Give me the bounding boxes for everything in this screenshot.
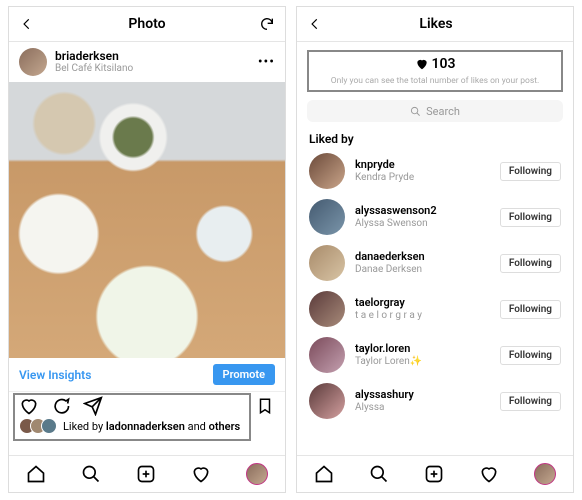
liker-row[interactable]: taelorgrayt a e l o r g r a y Following (297, 286, 573, 332)
like-count-box: 103 Only you can see the total number of… (307, 50, 563, 92)
liker-displayname: Kendra Pryde (355, 172, 414, 184)
author-avatar[interactable] (19, 48, 47, 76)
new-post-tab[interactable] (136, 464, 156, 484)
header-title: Likes (419, 16, 452, 32)
liker-row[interactable]: alyssashuryAlyssa Following (297, 378, 573, 424)
liker-names: alyssashuryAlyssa (355, 388, 414, 413)
home-tab[interactable] (26, 464, 46, 484)
search-input[interactable]: Search (307, 100, 563, 122)
liker-avatar[interactable] (309, 291, 345, 327)
liker-row[interactable]: danaederksenDanae Derksen Following (297, 240, 573, 286)
liker-row[interactable]: taylor.lorenTaylor Loren✨ Following (297, 332, 573, 378)
liked-by-label: Liked by (297, 126, 573, 148)
liker-username: alyssaswenson2 (355, 204, 437, 217)
profile-tab[interactable] (534, 463, 556, 485)
search-icon (410, 106, 421, 117)
liker-avatar[interactable] (309, 153, 345, 189)
like-count: 103 (311, 56, 559, 72)
likers-list: knprydeKendra PrydeFollowingalyssaswenso… (297, 148, 573, 424)
view-insights-link[interactable]: View Insights (19, 368, 91, 382)
liker-names: knprydeKendra Pryde (355, 158, 414, 183)
liker-names: taylor.lorenTaylor Loren✨ (355, 342, 422, 367)
liker-names: taelorgrayt a e l o r g r a y (355, 296, 422, 321)
bookmark-icon[interactable] (255, 396, 275, 416)
search-tab[interactable] (81, 464, 101, 484)
liker-displayname: Taylor Loren✨ (355, 356, 422, 368)
back-button[interactable] (19, 16, 35, 32)
profile-tab[interactable] (246, 463, 268, 485)
liker-displayname: t a e l o r g r a y (355, 310, 422, 322)
liker-names: danaederksenDanae Derksen (355, 250, 425, 275)
like-privacy-note: Only you can see the total number of lik… (311, 76, 559, 86)
search-tab[interactable] (369, 464, 389, 484)
tab-bar (297, 455, 573, 492)
back-button[interactable] (307, 16, 323, 32)
header: Likes (297, 7, 573, 42)
following-button[interactable]: Following (500, 346, 561, 365)
liker-avatar[interactable] (309, 199, 345, 235)
following-button[interactable]: Following (500, 162, 561, 181)
tab-bar (9, 455, 285, 492)
following-button[interactable]: Following (500, 300, 561, 319)
following-button[interactable]: Following (500, 208, 561, 227)
liker-username: knpryde (355, 158, 414, 171)
post-author-row[interactable]: briaderksen Bel Café Kitsilano ••• (9, 42, 285, 82)
following-button[interactable]: Following (500, 254, 561, 273)
insights-row: View Insights Promote (9, 358, 285, 392)
liker-username: taelorgray (355, 296, 422, 309)
refresh-icon[interactable] (259, 16, 275, 32)
heart-icon (415, 57, 429, 71)
liker-username: alyssashury (355, 388, 414, 401)
author-location: Bel Café Kitsilano (55, 63, 133, 74)
header: Photo (9, 7, 285, 42)
right-phone-likes-view: Likes 103 Only you can see the total num… (296, 6, 574, 493)
activity-tab[interactable] (191, 464, 211, 484)
more-options-button[interactable]: ••• (258, 54, 275, 70)
liker-displayname: Alyssa Swenson (355, 218, 437, 230)
liker-row[interactable]: alyssaswenson2Alyssa Swenson Following (297, 194, 573, 240)
liker-avatar[interactable] (309, 383, 345, 419)
author-names: briaderksen Bel Café Kitsilano (55, 50, 133, 74)
liker-names: alyssaswenson2Alyssa Swenson (355, 204, 437, 229)
left-phone-post-view: Photo briaderksen Bel Café Kitsilano •••… (8, 6, 286, 493)
activity-tab[interactable] (479, 464, 499, 484)
following-button[interactable]: Following (500, 392, 561, 411)
promote-button[interactable]: Promote (213, 364, 275, 385)
author-username: briaderksen (55, 50, 133, 63)
liker-displayname: Danae Derksen (355, 264, 425, 276)
header-title: Photo (128, 16, 165, 32)
liker-username: taylor.loren (355, 342, 422, 355)
liker-username: danaederksen (355, 250, 425, 263)
liker-avatar[interactable] (309, 245, 345, 281)
home-tab[interactable] (314, 464, 334, 484)
liker-avatar[interactable] (309, 337, 345, 373)
annotation-highlight (13, 393, 251, 441)
post-image[interactable] (9, 82, 285, 358)
new-post-tab[interactable] (424, 464, 444, 484)
liker-displayname: Alyssa (355, 402, 414, 414)
liker-row[interactable]: knprydeKendra Pryde Following (297, 148, 573, 194)
